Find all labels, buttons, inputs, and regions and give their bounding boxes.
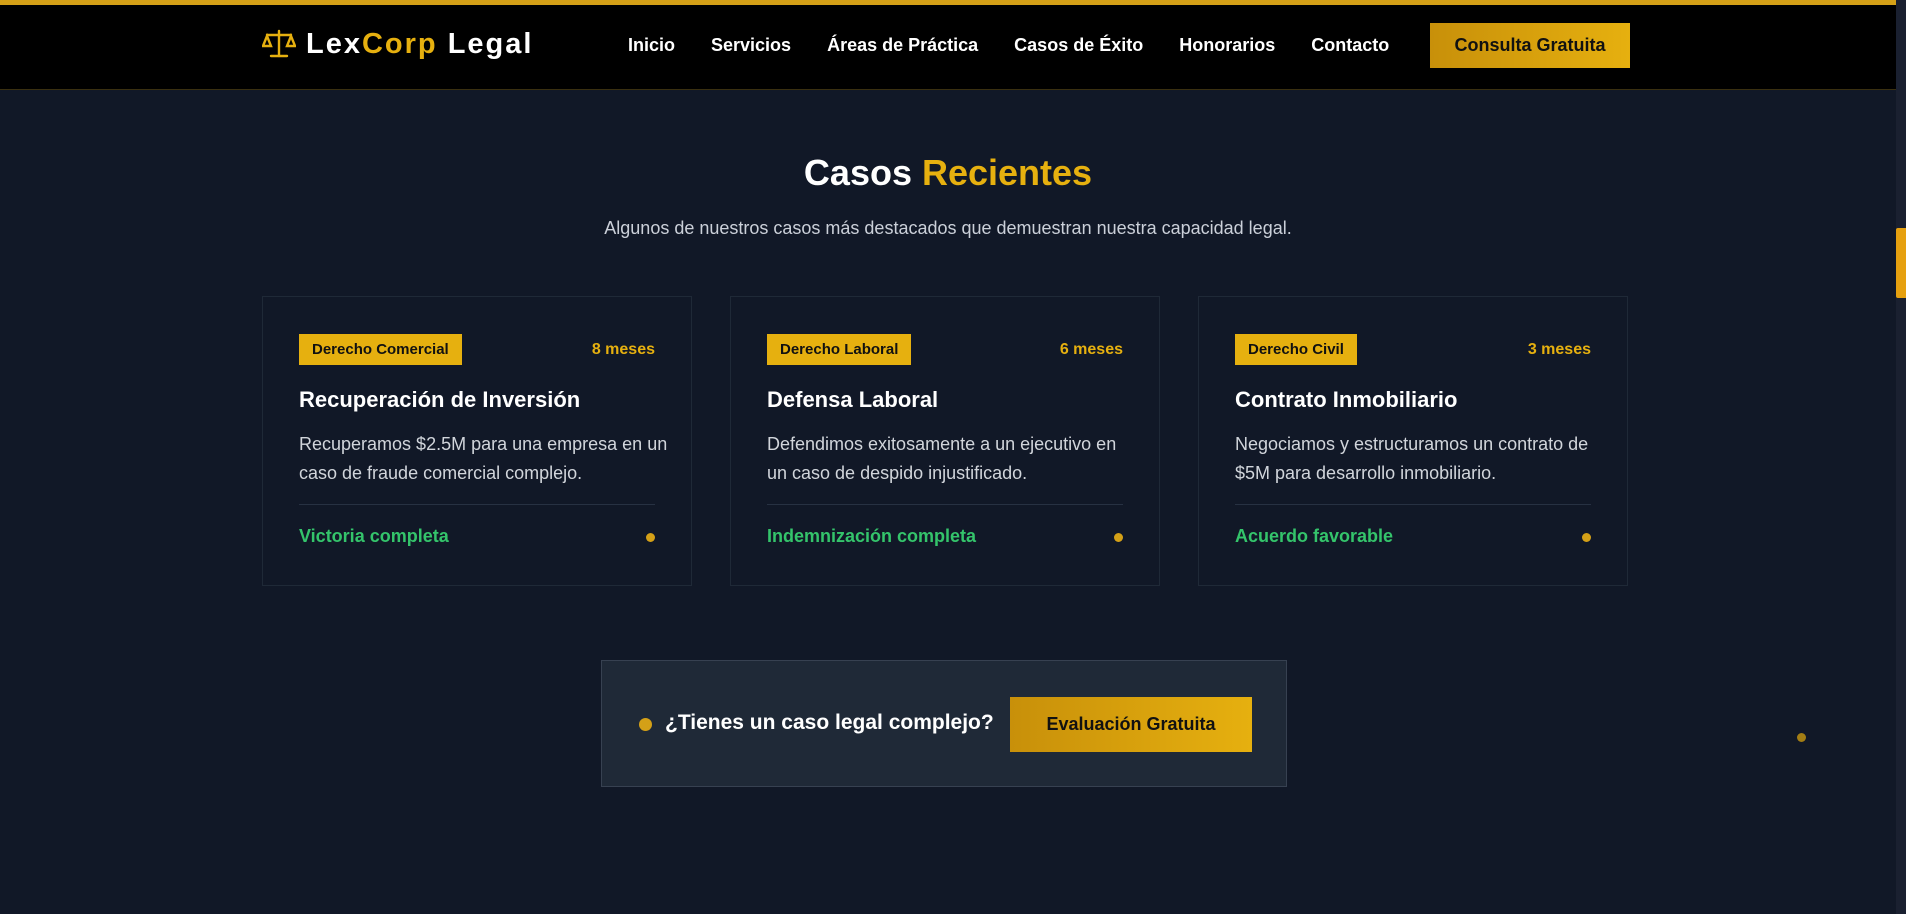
site-header: LexCorp Legal Inicio Servicios Áreas de … xyxy=(0,5,1896,90)
cta-question: ¿Tienes un caso legal complejo? xyxy=(665,711,994,734)
brand-name: LexCorp Legal xyxy=(306,27,534,60)
nav-link-inicio[interactable]: Inicio xyxy=(628,35,675,56)
card-divider xyxy=(299,504,655,505)
section-title: Casos Recientes xyxy=(803,152,1093,193)
case-title: Defensa Laboral xyxy=(767,387,939,412)
scrollbar-track[interactable] xyxy=(1896,0,1906,914)
case-title: Recuperación de Inversión xyxy=(299,387,581,412)
case-duration: 6 meses xyxy=(1059,341,1123,358)
brand-logo[interactable]: LexCorp Legal xyxy=(262,27,533,61)
case-result: Acuerdo favorable xyxy=(1235,526,1394,546)
dot-indicator xyxy=(1114,533,1123,542)
free-evaluation-button[interactable]: Evaluación Gratuita xyxy=(1010,697,1252,752)
practice-area-badge: Derecho Civil xyxy=(1235,334,1357,365)
case-description: Negociamos y estructuramos un contrato d… xyxy=(1235,434,1589,483)
nav-link-servicios[interactable]: Servicios xyxy=(711,35,791,56)
card-divider xyxy=(767,504,1123,505)
case-duration: 8 meses xyxy=(591,341,655,358)
card-divider xyxy=(1235,504,1591,505)
dot-indicator xyxy=(1582,533,1591,542)
case-description: Recuperamos $2.5M para una empresa en un… xyxy=(299,434,668,483)
scrollbar-thumb[interactable] xyxy=(1896,228,1906,298)
case-result: Victoria completa xyxy=(299,526,449,546)
case-duration: 3 meses xyxy=(1527,341,1591,358)
nav-link-contacto[interactable]: Contacto xyxy=(1311,35,1389,56)
section-subtitle: Algunos de nuestros casos más destacados… xyxy=(604,218,1292,238)
dot-indicator xyxy=(646,533,655,542)
nav-link-casos[interactable]: Casos de Éxito xyxy=(1014,35,1143,56)
case-card[interactable]: Derecho Comercial 8 meses Recuperación d… xyxy=(262,296,692,586)
case-card[interactable]: Derecho Civil 3 meses Contrato Inmobilia… xyxy=(1198,296,1628,586)
nav-link-honorarios[interactable]: Honorarios xyxy=(1179,35,1275,56)
free-consultation-button[interactable]: Consulta Gratuita xyxy=(1430,23,1630,68)
case-description: Defendimos exitosamente a un ejecutivo e… xyxy=(767,434,1117,483)
dot-indicator xyxy=(639,718,652,731)
case-card[interactable]: Derecho Laboral 6 meses Defensa Laboral … xyxy=(730,296,1160,586)
main-nav: Inicio Servicios Áreas de Práctica Casos… xyxy=(628,35,1389,56)
cta-banner: ¿Tienes un caso legal complejo? Evaluaci… xyxy=(601,660,1287,787)
practice-area-badge: Derecho Comercial xyxy=(299,334,462,365)
decorative-dot xyxy=(1797,733,1806,742)
practice-area-badge: Derecho Laboral xyxy=(767,334,912,365)
nav-link-areas[interactable]: Áreas de Práctica xyxy=(827,35,978,56)
scales-icon xyxy=(262,29,296,58)
case-result: Indemnización completa xyxy=(767,526,977,546)
case-title: Contrato Inmobiliario xyxy=(1235,387,1458,412)
